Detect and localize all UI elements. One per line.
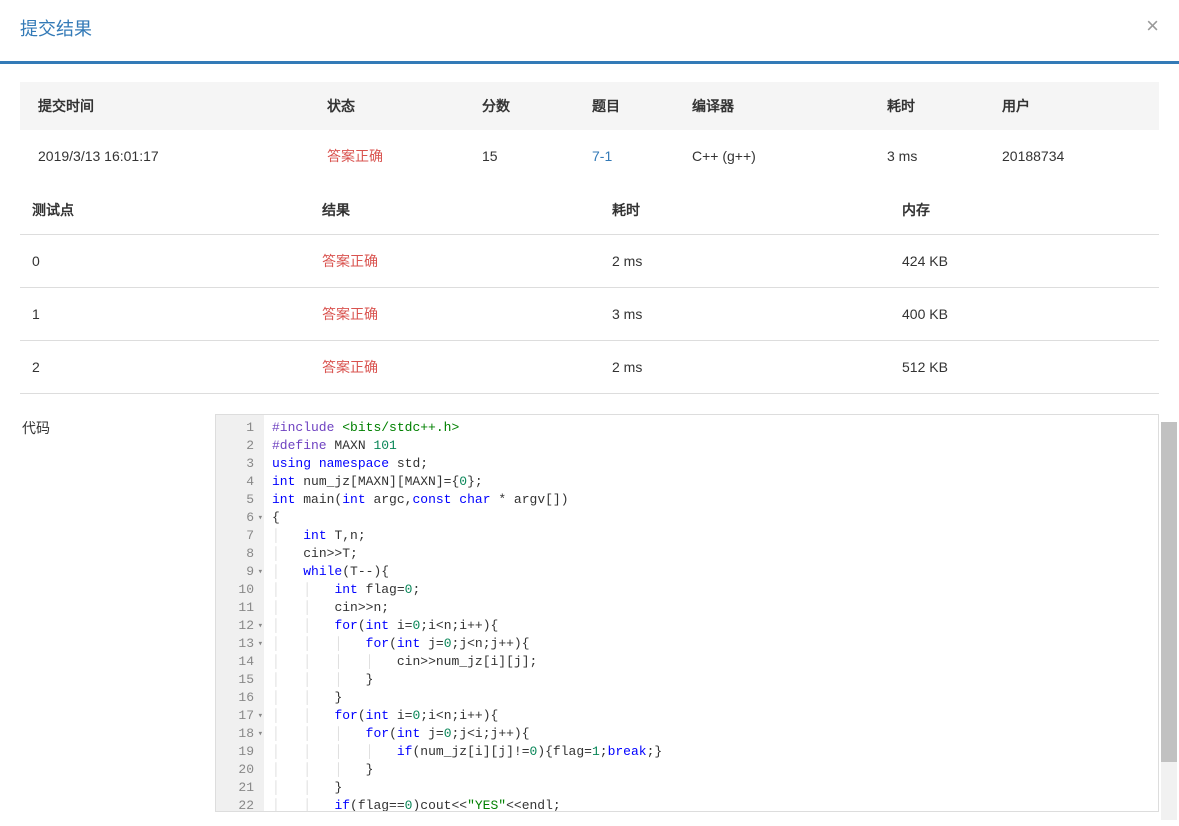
code-label: 代码	[20, 414, 215, 812]
line-number: 6	[224, 509, 254, 527]
line-number-gutter: 12345678910111213141516171819202122	[216, 415, 264, 811]
line-number: 1	[224, 419, 254, 437]
col-score: 分数	[470, 82, 580, 130]
submission-result-modal: 提交结果 × 提交时间 状态 分数 题目 编译器 耗时 用户 2019/3/13…	[0, 0, 1179, 812]
line-number: 21	[224, 779, 254, 797]
line-number: 8	[224, 545, 254, 563]
code-line: │ │ }	[272, 689, 1158, 707]
code-content[interactable]: #include <bits/stdc++.h>#define MAXN 101…	[264, 415, 1158, 811]
modal-content: 提交时间 状态 分数 题目 编译器 耗时 用户 2019/3/13 16:01:…	[20, 64, 1159, 812]
cell-memory: 512 KB	[890, 341, 1159, 394]
cell-score: 15	[470, 130, 580, 182]
scrollbar-track	[1161, 422, 1177, 820]
table-header-row: 提交时间 状态 分数 题目 编译器 耗时 用户	[20, 82, 1159, 130]
cell-result: 答案正确	[310, 235, 600, 288]
line-number: 14	[224, 653, 254, 671]
code-section: 代码 12345678910111213141516171819202122 #…	[20, 414, 1159, 812]
code-line: int num_jz[MAXN][MAXN]={0};	[272, 473, 1158, 491]
col-problem: 题目	[580, 82, 680, 130]
code-line: │ │ if(flag==0)cout<<"YES"<<endl;	[272, 797, 1158, 811]
cell-elapsed: 2 ms	[600, 235, 890, 288]
code-line: │ cin>>T;	[272, 545, 1158, 563]
col-status: 状态	[315, 82, 470, 130]
cell-result: 答案正确	[310, 288, 600, 341]
table-row: 2答案正确2 ms512 KB	[20, 341, 1159, 394]
cell-elapsed: 3 ms	[600, 288, 890, 341]
code-line: │ │ for(int i=0;i<n;i++){	[272, 617, 1158, 635]
cell-elapsed: 2 ms	[600, 341, 890, 394]
code-line: │ │ │ │ cin>>num_jz[i][j];	[272, 653, 1158, 671]
col-elapsed: 耗时	[875, 82, 990, 130]
cell-submit-time: 2019/3/13 16:01:17	[20, 130, 315, 182]
code-line: #define MAXN 101	[272, 437, 1158, 455]
problem-link[interactable]: 7-1	[592, 148, 612, 164]
line-number: 9	[224, 563, 254, 581]
line-number: 17	[224, 707, 254, 725]
code-line: using namespace std;	[272, 455, 1158, 473]
col-memory: 内存	[890, 186, 1159, 235]
submission-summary-table: 提交时间 状态 分数 题目 编译器 耗时 用户 2019/3/13 16:01:…	[20, 82, 1159, 182]
modal-title: 提交结果	[20, 15, 92, 41]
line-number: 12	[224, 617, 254, 635]
line-number: 3	[224, 455, 254, 473]
line-number: 22	[224, 797, 254, 812]
cell-user: 20188734	[990, 130, 1159, 182]
table-header-row: 测试点 结果 耗时 内存	[20, 186, 1159, 235]
code-line: │ │ cin>>n;	[272, 599, 1158, 617]
col-user: 用户	[990, 82, 1159, 130]
table-row: 1答案正确3 ms400 KB	[20, 288, 1159, 341]
col-submit-time: 提交时间	[20, 82, 315, 130]
code-line: │ │ │ }	[272, 761, 1158, 779]
code-line: │ int T,n;	[272, 527, 1158, 545]
vertical-scrollbar[interactable]	[1161, 422, 1177, 820]
line-number: 7	[224, 527, 254, 545]
code-line: #include <bits/stdc++.h>	[272, 419, 1158, 437]
line-number: 15	[224, 671, 254, 689]
cell-status: 答案正确	[315, 130, 470, 182]
code-line: │ │ │ │ if(num_jz[i][j]!=0){flag=1;break…	[272, 743, 1158, 761]
code-line: │ │ │ for(int j=0;j<n;j++){	[272, 635, 1158, 653]
line-number: 4	[224, 473, 254, 491]
line-number: 18	[224, 725, 254, 743]
cell-memory: 400 KB	[890, 288, 1159, 341]
cell-memory: 424 KB	[890, 235, 1159, 288]
code-line: │ │ int flag=0;	[272, 581, 1158, 599]
modal-header: 提交结果 ×	[20, 15, 1159, 61]
cell-elapsed: 3 ms	[875, 130, 990, 182]
col-elapsed: 耗时	[600, 186, 890, 235]
code-line: │ │ }	[272, 779, 1158, 797]
col-result: 结果	[310, 186, 600, 235]
code-line: {	[272, 509, 1158, 527]
cell-result: 答案正确	[310, 341, 600, 394]
line-number: 13	[224, 635, 254, 653]
col-compiler: 编译器	[680, 82, 875, 130]
line-number: 2	[224, 437, 254, 455]
line-number: 19	[224, 743, 254, 761]
cell-testpoint: 0	[20, 235, 310, 288]
line-number: 5	[224, 491, 254, 509]
cell-testpoint: 2	[20, 341, 310, 394]
code-line: int main(int argc,const char * argv[])	[272, 491, 1158, 509]
line-number: 10	[224, 581, 254, 599]
cell-testpoint: 1	[20, 288, 310, 341]
close-icon[interactable]: ×	[1146, 15, 1159, 37]
line-number: 16	[224, 689, 254, 707]
cell-compiler: C++ (g++)	[680, 130, 875, 182]
code-editor[interactable]: 12345678910111213141516171819202122 #inc…	[215, 414, 1159, 812]
code-line: │ │ │ for(int j=0;j<i;j++){	[272, 725, 1158, 743]
testcase-table: 测试点 结果 耗时 内存 0答案正确2 ms424 KB1答案正确3 ms400…	[20, 186, 1159, 394]
table-row: 2019/3/13 16:01:17 答案正确 15 7-1 C++ (g++)…	[20, 130, 1159, 182]
code-line: │ │ for(int i=0;i<n;i++){	[272, 707, 1158, 725]
code-line: │ │ │ }	[272, 671, 1158, 689]
line-number: 11	[224, 599, 254, 617]
table-row: 0答案正确2 ms424 KB	[20, 235, 1159, 288]
col-testpoint: 测试点	[20, 186, 310, 235]
line-number: 20	[224, 761, 254, 779]
scrollbar-thumb[interactable]	[1161, 422, 1177, 762]
code-line: │ while(T--){	[272, 563, 1158, 581]
